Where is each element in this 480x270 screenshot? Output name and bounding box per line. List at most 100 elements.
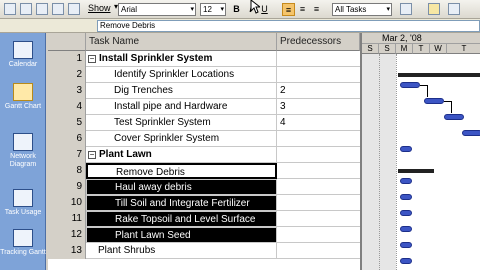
timescale-week: Mar 2, '08 [362, 33, 480, 44]
timescale-day: W [430, 44, 447, 54]
task-bar[interactable] [424, 98, 444, 104]
row-id[interactable]: 13 [48, 243, 86, 259]
task-name-cell[interactable]: Rake Topsoil and Level Surface [86, 211, 277, 227]
table-row[interactable]: 5 Test Sprinkler System 4 [48, 115, 360, 131]
show-subtasks-icon[interactable] [36, 3, 48, 15]
table-row[interactable]: 8 Remove Debris [48, 163, 360, 179]
autofilter-icon[interactable] [400, 3, 412, 15]
show-button[interactable]: Show [88, 3, 111, 13]
toolbar-options-icon[interactable] [448, 3, 460, 15]
font-size-select[interactable]: 12 ▾ [200, 3, 226, 16]
gantt-chart[interactable]: Mar 2, '08 S S M T W T [360, 33, 480, 270]
row-id[interactable]: 2 [48, 67, 86, 83]
task-name-cell[interactable]: Plant Shrubs [86, 243, 277, 259]
formatting-toolbar: Show ▾ Arial ▾ 12 ▾ B I U ≡ ≡ ≡ All Task… [0, 0, 480, 19]
align-center-button[interactable]: ≡ [296, 3, 309, 16]
task-bar[interactable] [400, 178, 412, 184]
bold-button[interactable]: B [230, 3, 243, 16]
gantt-wizard-icon[interactable] [428, 3, 440, 15]
align-left-button[interactable]: ≡ [282, 3, 295, 16]
row-id[interactable]: 4 [48, 99, 86, 115]
row-id[interactable]: 1 [48, 51, 86, 67]
view-tracking-gantt[interactable]: Tracking Gantt [0, 229, 46, 257]
calendar-icon [13, 41, 33, 59]
row-id[interactable]: 3 [48, 83, 86, 99]
view-calendar[interactable]: Calendar [0, 41, 46, 69]
task-name-cell[interactable]: − Plant Lawn [86, 147, 277, 163]
table-row[interactable]: 1 − Install Sprinkler System [48, 51, 360, 67]
summary-bar[interactable] [398, 73, 480, 77]
indent-icon[interactable] [4, 3, 16, 15]
table-row[interactable]: 6 Cover Sprinkler System [48, 131, 360, 147]
predecessors-cell[interactable] [277, 179, 360, 195]
predecessors-cell[interactable]: 2 [277, 83, 360, 99]
row-id[interactable]: 12 [48, 227, 86, 243]
task-bar[interactable] [400, 210, 412, 216]
row-id[interactable]: 9 [48, 179, 86, 195]
table-row[interactable]: 13 Plant Shrubs [48, 243, 360, 259]
table-row[interactable]: 2 Identify Sprinkler Locations [48, 67, 360, 83]
table-row[interactable]: 10 Till Soil and Integrate Fertilizer [48, 195, 360, 211]
align-right-button[interactable]: ≡ [310, 3, 323, 16]
font-select[interactable]: Arial ▾ [118, 3, 196, 16]
table-row[interactable]: 4 Install pipe and Hardware 3 [48, 99, 360, 115]
view-network-diagram[interactable]: Network Diagram [0, 133, 46, 169]
task-name-cell[interactable]: Plant Lawn Seed [86, 227, 277, 243]
task-bar[interactable] [400, 194, 412, 200]
view-task-usage[interactable]: Task Usage [0, 189, 46, 217]
view-gantt-chart[interactable]: Gantt Chart [0, 83, 46, 111]
task-name-cell[interactable]: Till Soil and Integrate Fertilizer [86, 195, 277, 211]
row-id[interactable]: 10 [48, 195, 86, 211]
predecessors-cell[interactable]: 4 [277, 115, 360, 131]
task-name-cell[interactable]: Test Sprinkler System [86, 115, 277, 131]
view-gantt-label: Gantt Chart [4, 103, 42, 110]
task-bar[interactable] [400, 242, 412, 248]
row-id[interactable]: 5 [48, 115, 86, 131]
row-id[interactable]: 11 [48, 211, 86, 227]
predecessors-cell[interactable]: 3 [277, 99, 360, 115]
predecessors-cell[interactable] [277, 227, 360, 243]
table-row[interactable]: 3 Dig Trenches 2 [48, 83, 360, 99]
task-name-cell[interactable]: Cover Sprinkler System [86, 131, 277, 147]
task-bar[interactable] [400, 226, 412, 232]
task-bar[interactable] [400, 146, 412, 152]
entry-field[interactable]: Remove Debris [97, 20, 480, 32]
predecessors-cell[interactable] [277, 67, 360, 83]
predecessors-cell[interactable] [277, 163, 360, 179]
predecessors-cell[interactable] [277, 211, 360, 227]
predecessors-cell[interactable] [277, 147, 360, 163]
task-name-cell[interactable]: Haul away debris [86, 179, 277, 195]
row-id[interactable]: 7 [48, 147, 86, 163]
predecessors-cell[interactable] [277, 243, 360, 259]
column-header-predecessors[interactable]: Predecessors [277, 33, 360, 51]
predecessors-cell[interactable] [277, 51, 360, 67]
task-name-cell[interactable]: Remove Debris [86, 163, 277, 179]
task-bar[interactable] [400, 82, 420, 88]
table-row[interactable]: 7 − Plant Lawn [48, 147, 360, 163]
task-name-cell[interactable]: − Install Sprinkler System [86, 51, 277, 67]
predecessors-cell[interactable] [277, 131, 360, 147]
summary-bar[interactable] [398, 169, 434, 173]
task-name-cell[interactable]: Install pipe and Hardware [86, 99, 277, 115]
filter-select[interactable]: All Tasks ▾ [332, 3, 392, 16]
select-all-corner[interactable] [48, 33, 86, 51]
mouse-cursor-icon [250, 0, 260, 14]
column-header-task-name[interactable]: Task Name [86, 33, 277, 51]
task-bar[interactable] [444, 114, 464, 120]
collapse-icon[interactable]: − [88, 151, 96, 159]
row-id[interactable]: 8 [48, 163, 86, 179]
collapse-icon[interactable]: − [88, 55, 96, 63]
task-bar[interactable] [400, 258, 412, 264]
filter-value: All Tasks [335, 5, 367, 14]
table-row[interactable]: 11 Rake Topsoil and Level Surface [48, 211, 360, 227]
table-row[interactable]: 12 Plant Lawn Seed [48, 227, 360, 243]
row-id[interactable]: 6 [48, 131, 86, 147]
outdent-icon[interactable] [20, 3, 32, 15]
task-name-cell[interactable]: Dig Trenches [86, 83, 277, 99]
hide-subtasks-icon[interactable] [52, 3, 64, 15]
task-name-cell[interactable]: Identify Sprinkler Locations [86, 67, 277, 83]
link-icon[interactable] [68, 3, 80, 15]
predecessors-cell[interactable] [277, 195, 360, 211]
task-bar[interactable] [462, 130, 480, 136]
table-row[interactable]: 9 Haul away debris [48, 179, 360, 195]
